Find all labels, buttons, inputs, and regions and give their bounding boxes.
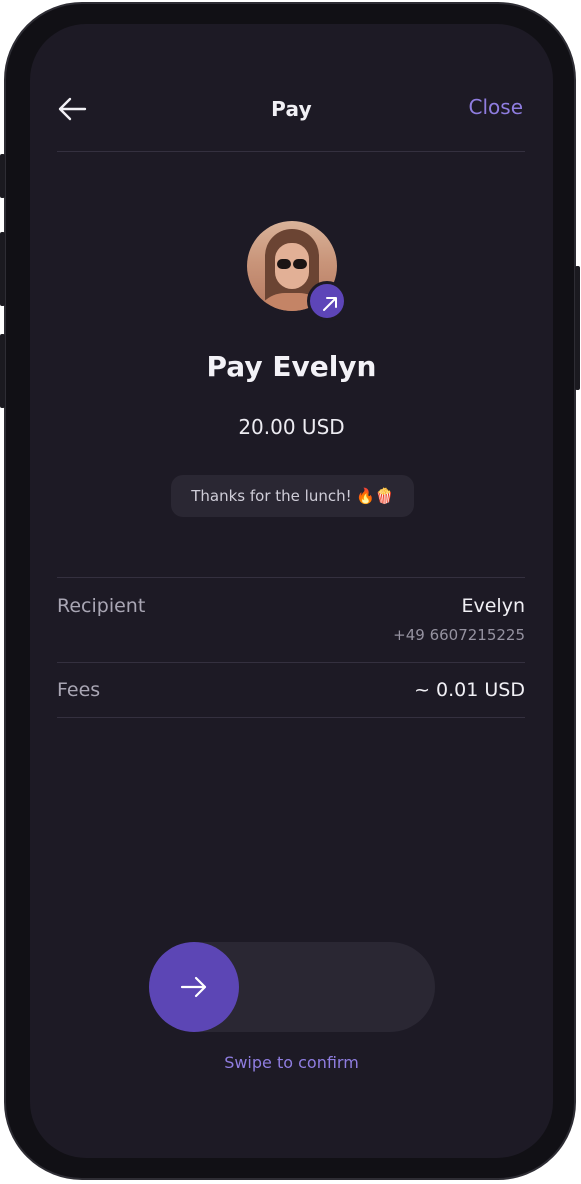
power-button — [575, 266, 580, 390]
fees-value: ~ 0.01 USD — [414, 679, 525, 701]
swipe-hint: Swipe to confirm — [224, 1053, 359, 1072]
fees-label: Fees — [57, 679, 101, 701]
details-top-divider — [57, 577, 525, 578]
close-button[interactable]: Close — [469, 95, 523, 119]
app-screen: Pay Close Pay Evelyn 20.00 USD Thanks fo… — [30, 24, 553, 1158]
recipient-heading: Pay Evelyn — [206, 350, 377, 383]
arrow-right-icon — [180, 976, 207, 998]
arrow-up-right-icon — [323, 297, 337, 311]
payment-amount: 20.00 USD — [238, 415, 345, 439]
mute-switch — [0, 154, 5, 198]
recipient-phone: +49 6607215225 — [393, 626, 525, 644]
payment-note: Thanks for the lunch! 🔥🍿 — [171, 475, 414, 517]
details-bottom-divider — [57, 717, 525, 718]
recipient-label: Recipient — [57, 595, 146, 617]
volume-down-button — [0, 334, 5, 408]
send-badge — [307, 281, 347, 321]
recipient-name: Evelyn — [461, 595, 525, 617]
header-divider — [57, 151, 525, 152]
volume-up-button — [0, 232, 5, 306]
swipe-confirm-knob[interactable] — [149, 942, 239, 1032]
recipient-divider — [57, 662, 525, 663]
